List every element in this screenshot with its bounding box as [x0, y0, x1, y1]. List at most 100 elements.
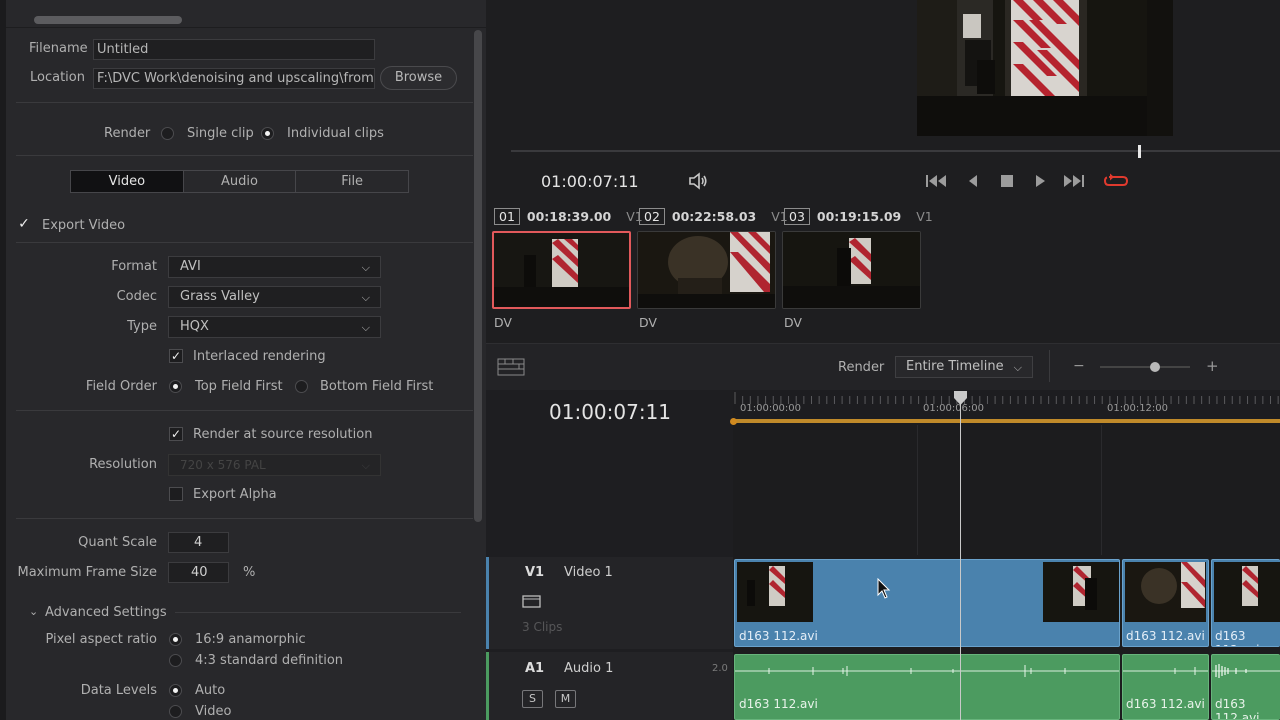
render-scope-label: Render — [838, 360, 885, 375]
track-color-bar — [486, 557, 489, 649]
range-start-handle[interactable] — [730, 418, 737, 425]
playhead-handle[interactable] — [953, 390, 968, 410]
audio-clip-name: d163 112.avi — [1215, 697, 1260, 720]
quant-scale-field[interactable]: 4 — [168, 532, 229, 553]
divider — [16, 242, 473, 243]
format-dropdown[interactable]: AVI ⌵ — [168, 256, 381, 278]
single-clip-radio[interactable] — [161, 127, 174, 140]
codec-value: Grass Valley — [180, 289, 260, 304]
resolution-dropdown: 720 x 576 PAL ⌵ — [168, 454, 381, 476]
audio-track-name[interactable]: Audio 1 — [564, 661, 613, 676]
audio-clip[interactable]: d163 112.avi — [1122, 654, 1209, 720]
type-dropdown[interactable]: HQX ⌵ — [168, 316, 381, 338]
video-clip[interactable]: d163 112.avi — [1211, 559, 1280, 647]
top-field-first-label: Top Field First — [195, 379, 283, 394]
par-standard-radio[interactable] — [169, 654, 182, 667]
chevron-down-icon: ⌵ — [1013, 361, 1022, 374]
scrubber-handle[interactable] — [1138, 145, 1141, 158]
par-anamorphic-label: 16:9 anamorphic — [195, 632, 306, 647]
par-anamorphic-radio[interactable] — [169, 633, 182, 646]
clip-number: 03 — [784, 208, 810, 225]
divider — [16, 410, 473, 411]
max-frame-size-unit: % — [243, 565, 256, 580]
video-track-name[interactable]: Video 1 — [564, 565, 613, 580]
export-alpha-checkbox[interactable] — [169, 487, 183, 501]
render-mode-label: Render — [104, 126, 151, 141]
zoom-in-icon[interactable]: + — [1206, 357, 1219, 375]
audio-waveform — [735, 665, 1119, 677]
video-clip[interactable]: d163 112.avi — [1122, 559, 1209, 647]
tab-file[interactable]: File — [296, 171, 408, 192]
skip-end-icon[interactable] — [1063, 172, 1085, 195]
track-video-icon[interactable] — [522, 595, 541, 612]
loop-icon[interactable] — [1103, 172, 1129, 195]
play-icon[interactable] — [1029, 172, 1051, 195]
zoom-out-icon[interactable]: − — [1073, 358, 1085, 374]
zoom-slider-handle[interactable] — [1150, 362, 1160, 372]
timeline-ruler[interactable] — [733, 390, 1280, 420]
location-label: Location — [30, 70, 85, 85]
chevron-down-icon[interactable]: ⌄ — [29, 605, 38, 618]
stop-icon[interactable] — [996, 172, 1018, 195]
render-source-checkbox[interactable]: ✓ — [169, 427, 183, 441]
interlaced-checkbox[interactable]: ✓ — [169, 349, 183, 363]
data-levels-video-radio[interactable] — [169, 705, 182, 718]
individual-clips-radio[interactable] — [261, 127, 274, 140]
audio-channels: 2.0 — [712, 663, 728, 674]
clip-timecode: 00:22:58.03 — [671, 209, 757, 224]
solo-button[interactable]: S — [522, 690, 543, 708]
clip-frame-thumbnail — [1214, 562, 1280, 622]
horizontal-scrollbar[interactable] — [34, 16, 182, 24]
render-source-label: Render at source resolution — [193, 427, 373, 442]
audio-waveform — [1212, 664, 1280, 678]
divider — [175, 612, 461, 613]
max-frame-size-field[interactable]: 40 — [168, 562, 229, 583]
advanced-settings-toggle[interactable]: Advanced Settings — [45, 605, 167, 620]
step-back-icon[interactable] — [962, 172, 984, 195]
tab-audio[interactable]: Audio — [184, 171, 297, 192]
clip-thumbnail[interactable] — [492, 231, 631, 309]
data-levels-label: Data Levels — [80, 683, 157, 698]
individual-clips-label: Individual clips — [287, 126, 384, 141]
clip-header: 03 00:19:15.09 V1 — [784, 208, 933, 225]
timeline-playhead[interactable] — [960, 392, 961, 720]
skip-start-icon[interactable] — [925, 172, 947, 195]
audio-clip[interactable]: d163 112.avi — [734, 654, 1120, 720]
grid-line — [917, 425, 918, 555]
divider — [6, 27, 486, 28]
viewer-scrubber[interactable] — [511, 150, 1280, 152]
zoom-slider[interactable] — [1100, 366, 1190, 368]
video-preview — [917, 0, 1173, 136]
vertical-scrollbar[interactable] — [474, 30, 482, 522]
clip-codec: DV — [639, 315, 657, 330]
clip-number: 02 — [639, 208, 665, 225]
export-alpha-label: Export Alpha — [193, 487, 277, 502]
grid-line — [1101, 425, 1102, 555]
clip-header: 02 00:22:58.03 V1 — [639, 208, 788, 225]
divider — [16, 518, 473, 519]
browse-button[interactable]: Browse — [380, 66, 457, 90]
export-video-checkbox[interactable]: ✓ — [17, 217, 31, 232]
single-clip-label: Single clip — [187, 126, 254, 141]
location-field[interactable]: F:\DVC Work\denoising and upscaling\from — [93, 68, 375, 89]
bottom-field-first-radio[interactable] — [295, 380, 308, 393]
render-range-bar[interactable] — [733, 419, 1280, 423]
codec-dropdown[interactable]: Grass Valley ⌵ — [168, 286, 381, 308]
filename-label: Filename — [29, 41, 88, 56]
clip-timecode: 00:18:39.00 — [526, 209, 612, 224]
clip-frame-thumbnail — [737, 562, 813, 622]
top-field-first-radio[interactable] — [169, 380, 182, 393]
timeline-view-icon[interactable] — [497, 358, 525, 380]
clip-thumbnail[interactable] — [637, 231, 776, 309]
speaker-icon[interactable] — [687, 172, 709, 195]
clip-thumbnail[interactable] — [782, 231, 921, 309]
chevron-down-icon: ⌵ — [361, 261, 370, 274]
video-clip[interactable]: d163 112.avi — [734, 559, 1120, 647]
render-scope-dropdown[interactable]: Entire Timeline ⌵ — [895, 356, 1033, 378]
audio-clip[interactable]: d163 112.avi — [1211, 654, 1280, 720]
mute-button[interactable]: M — [555, 690, 576, 708]
tab-video[interactable]: Video — [71, 171, 184, 192]
chevron-down-icon: ⌵ — [361, 459, 370, 472]
filename-field[interactable]: Untitled — [93, 39, 375, 60]
data-levels-auto-radio[interactable] — [169, 684, 182, 697]
